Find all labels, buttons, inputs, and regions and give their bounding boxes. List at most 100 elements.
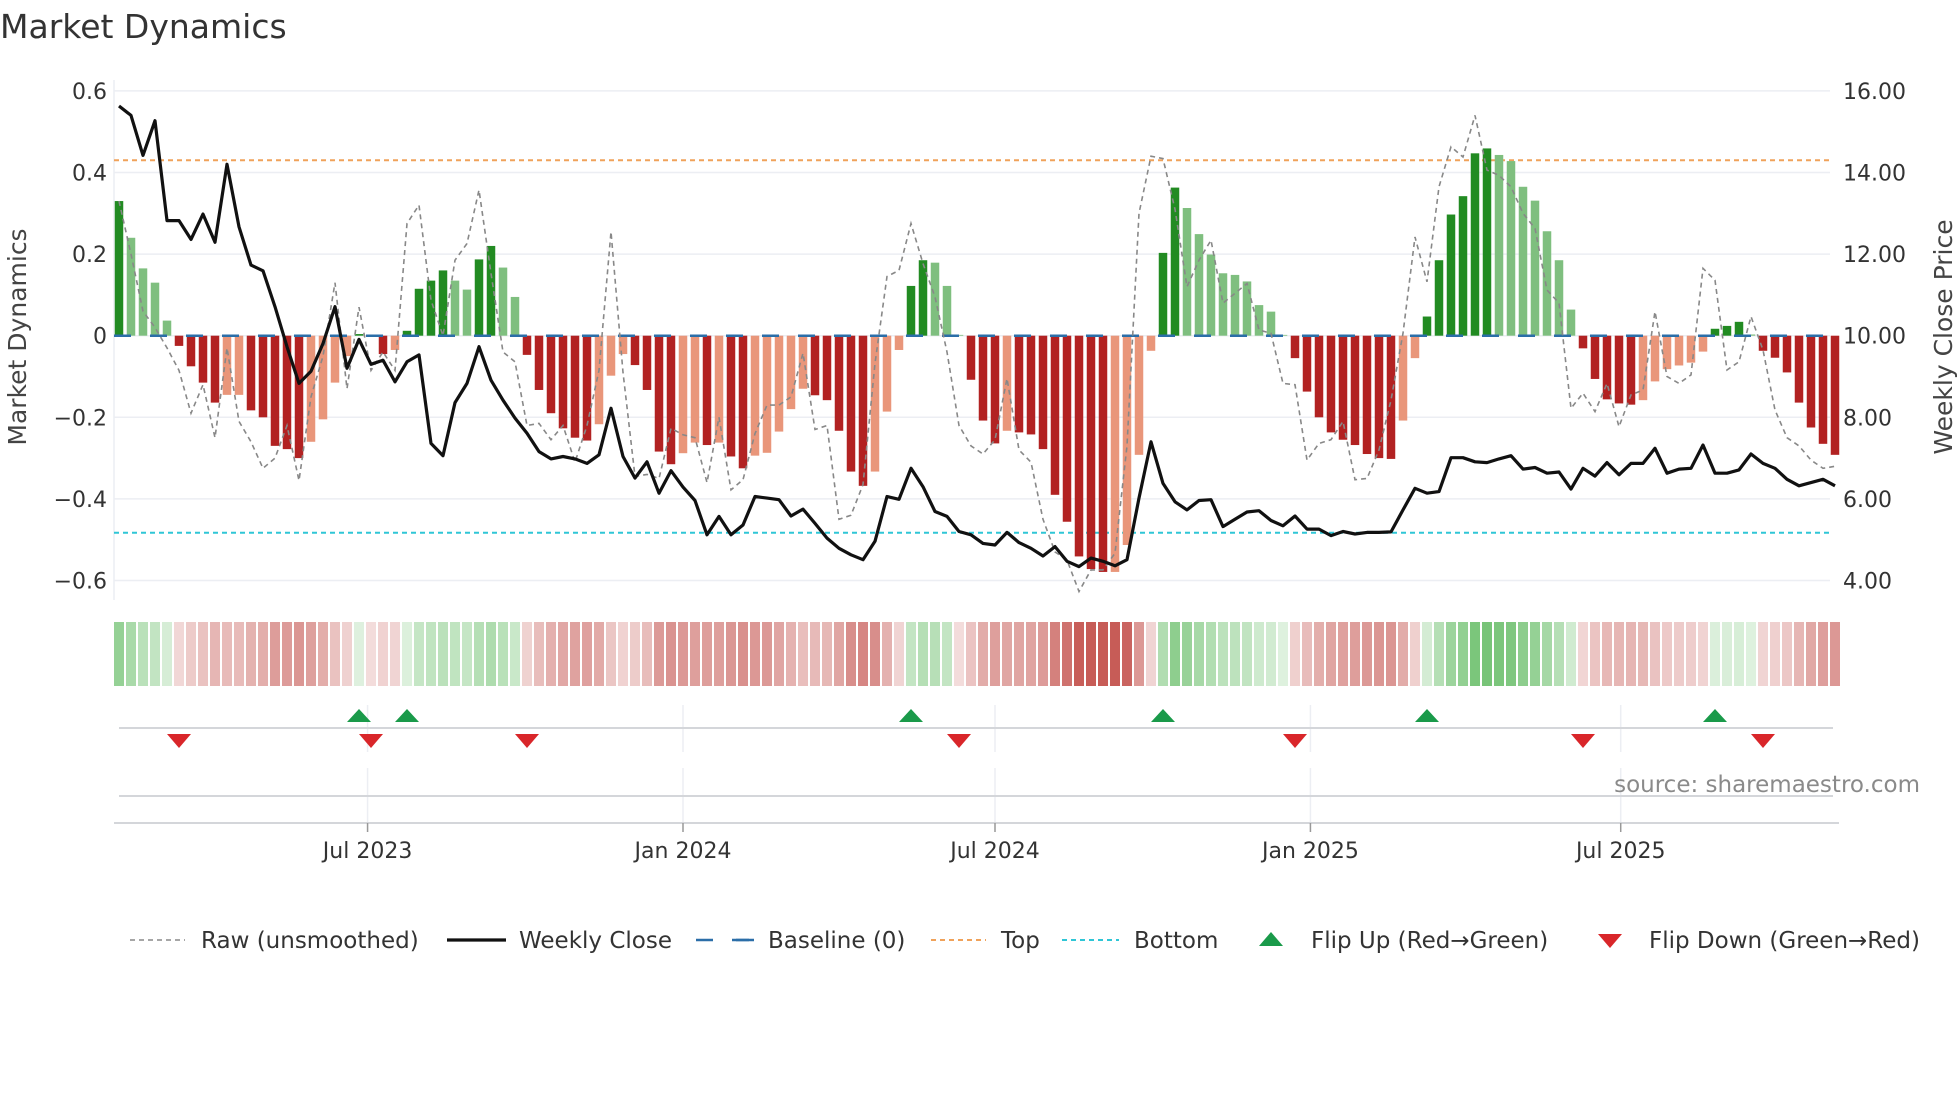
regime-cell (1662, 622, 1672, 686)
regime-cell (558, 622, 568, 686)
y-tick-label: −0.6 (54, 570, 107, 595)
regime-cell (1494, 622, 1504, 686)
dynamics-bar (114, 201, 124, 336)
regime-cell (1806, 622, 1816, 686)
regime-cell (858, 622, 868, 686)
regime-cell (1710, 622, 1720, 686)
flip-down-marker (359, 734, 383, 748)
regime-cell (702, 622, 712, 686)
dynamics-bar (150, 282, 160, 336)
regime-cell (1242, 622, 1252, 686)
regime-cell (1386, 622, 1396, 686)
regime-cell (654, 622, 664, 686)
dynamics-bar (1218, 273, 1228, 336)
dynamics-bar (594, 335, 604, 425)
regime-cell (1530, 622, 1540, 686)
regime-cell (1506, 622, 1516, 686)
dynamics-bar (738, 335, 748, 469)
regime-cell (1170, 622, 1180, 686)
y-tick-label: 0 (93, 325, 107, 350)
dynamics-bar (1422, 316, 1432, 336)
dynamics-bar (1362, 335, 1372, 455)
regime-cell (1326, 622, 1336, 686)
dynamics-bar (1110, 335, 1120, 572)
legend-item-raw: Raw (unsmoothed) (130, 928, 419, 954)
regime-cell (402, 622, 412, 686)
regime-cell (354, 622, 364, 686)
dynamics-bar (222, 335, 232, 395)
regime-cell (1122, 622, 1132, 686)
flip-down-marker (947, 734, 971, 748)
dynamics-bar (1578, 335, 1588, 349)
dynamics-bar (750, 335, 760, 456)
regime-cell (1098, 622, 1108, 686)
dynamics-bar (918, 260, 928, 336)
flip-down-marker (167, 734, 191, 748)
dynamics-bar (726, 335, 736, 457)
dynamics-bar (1302, 335, 1312, 392)
dynamics-bar (666, 335, 676, 465)
dynamics-bar (450, 280, 460, 336)
regime-cell (1218, 622, 1228, 686)
dynamics-bar (534, 335, 544, 390)
regime-cell (690, 622, 700, 686)
regime-cell (474, 622, 484, 686)
dynamics-bar (498, 267, 508, 336)
regime-cell (162, 622, 172, 686)
regime-cell (114, 622, 124, 686)
regime-cell (846, 622, 856, 686)
regime-cell (1734, 622, 1744, 686)
regime-cell (1194, 622, 1204, 686)
regime-cell (126, 622, 136, 686)
market-dynamics-chart: Market Dynamics 0.6 0.4 0.2 0 −0.2 −0.4 −0.6 1… (0, 7, 1958, 954)
regime-cell (1458, 622, 1468, 686)
regime-cell (1350, 622, 1360, 686)
dynamics-bar (1782, 335, 1792, 373)
dynamics-bar (1734, 321, 1744, 336)
dynamics-bar (1050, 335, 1060, 495)
dynamics-bar (1446, 214, 1456, 336)
dynamics-bar (714, 335, 724, 443)
regime-cell (630, 622, 640, 686)
dynamics-bar (138, 268, 148, 336)
dynamics-bar (162, 320, 172, 336)
regime-cell (1374, 622, 1384, 686)
regime-cell (414, 622, 424, 686)
regime-cell (150, 622, 160, 686)
regime-cell (942, 622, 952, 686)
dynamics-bar (510, 296, 520, 336)
y2-tick-label: 6.00 (1843, 488, 1892, 513)
regime-cell (1422, 622, 1432, 686)
regime-cell (138, 622, 148, 686)
legend-label: Weekly Close (519, 928, 672, 954)
regime-cell (990, 622, 1000, 686)
dynamics-bar (1014, 335, 1024, 433)
regime-cell (1434, 622, 1444, 686)
dynamics-bar (906, 285, 916, 336)
dynamics-bar (1326, 335, 1336, 433)
dynamics-bar (486, 245, 496, 336)
flip-down-marker (1571, 734, 1595, 748)
dynamics-bar (1458, 196, 1468, 336)
regime-cell (582, 622, 592, 686)
x-tick-label: Jul 2024 (948, 839, 1040, 864)
y2-tick-label: 10.00 (1843, 325, 1906, 350)
raw-unsmoothed-line (118, 115, 1836, 594)
dynamics-bar (294, 335, 304, 459)
regime-cell (270, 622, 280, 686)
regime-cell (762, 622, 772, 686)
flip-up-marker (395, 709, 419, 722)
regime-cell (1062, 622, 1072, 686)
regime-cell (390, 622, 400, 686)
regime-cell (1050, 622, 1060, 686)
dynamics-bar (1818, 335, 1828, 444)
source-credit: source: sharemaestro.com (1614, 772, 1920, 798)
regime-cell (1074, 622, 1084, 686)
dynamics-bar (606, 335, 616, 376)
regime-cell (1278, 622, 1288, 686)
regime-cell (1266, 622, 1276, 686)
regime-cell (642, 622, 652, 686)
dynamics-bar (570, 335, 580, 438)
dynamics-bar (1470, 153, 1480, 336)
regime-cell (822, 622, 832, 686)
